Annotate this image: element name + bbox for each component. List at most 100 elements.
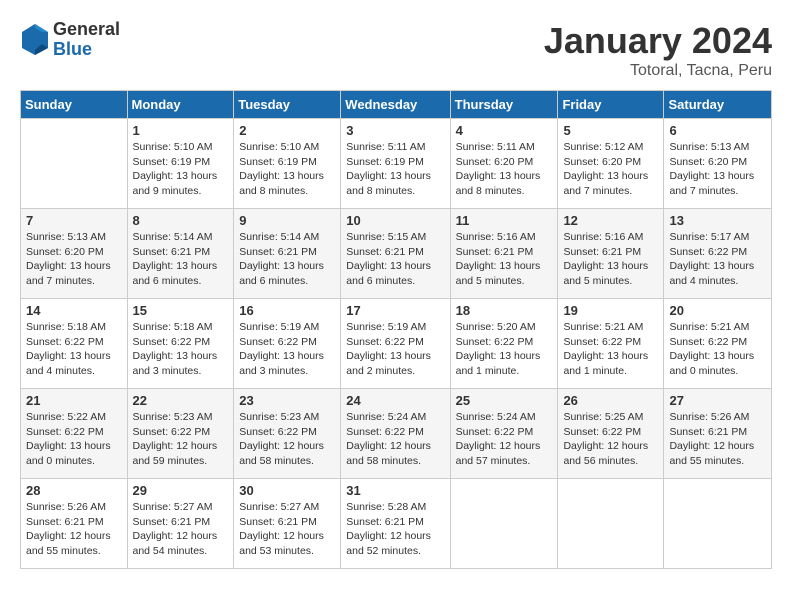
week-row-3: 14 Sunrise: 5:18 AM Sunset: 6:22 PM Dayli…: [21, 299, 772, 389]
day-cell: 11 Sunrise: 5:16 AM Sunset: 6:21 PM Dayli…: [450, 209, 558, 299]
day-number: 4: [456, 123, 553, 138]
day-cell: 7 Sunrise: 5:13 AM Sunset: 6:20 PM Daylig…: [21, 209, 128, 299]
day-cell: 13Sunrise: 5:17 AM Sunset: 6:22 PM Dayli…: [664, 209, 772, 299]
day-number: 16: [239, 303, 335, 318]
page-header: General Blue January 2024 Totoral, Tacna…: [20, 20, 772, 80]
month-title: January 2024: [544, 20, 772, 62]
day-info: Sunrise: 5:10 AM Sunset: 6:19 PM Dayligh…: [133, 140, 229, 199]
day-info: Sunrise: 5:22 AM Sunset: 6:22 PM Dayligh…: [26, 410, 122, 469]
day-cell: 20 Sunrise: 5:21 AM Sunset: 6:22 PM Dayli…: [664, 299, 772, 389]
day-number: 23: [239, 393, 335, 408]
day-number: 11: [456, 213, 553, 228]
location: Totoral, Tacna, Peru: [544, 62, 772, 80]
day-cell: 10 Sunrise: 5:15 AM Sunset: 6:21 PM Dayli…: [341, 209, 450, 299]
day-number: 8: [133, 213, 229, 228]
day-cell: 19Sunrise: 5:21 AM Sunset: 6:22 PM Dayli…: [558, 299, 664, 389]
day-number: 18: [456, 303, 553, 318]
day-info: Sunrise: 5:11 AM Sunset: 6:20 PM Dayligh…: [456, 140, 553, 199]
day-cell: 8Sunrise: 5:14 AM Sunset: 6:21 PM Daylig…: [127, 209, 234, 299]
day-cell: 12Sunrise: 5:16 AM Sunset: 6:21 PM Dayli…: [558, 209, 664, 299]
day-info: Sunrise: 5:25 AM Sunset: 6:22 PM Dayligh…: [563, 410, 658, 469]
week-row-5: 28 Sunrise: 5:26 AM Sunset: 6:21 PM Dayli…: [21, 479, 772, 569]
day-cell: 23Sunrise: 5:23 AM Sunset: 6:22 PM Dayli…: [234, 389, 341, 479]
calendar: SundayMondayTuesdayWednesdayThursdayFrid…: [20, 90, 772, 569]
day-number: 15: [133, 303, 229, 318]
day-cell: [558, 479, 664, 569]
week-row-1: 1 Sunrise: 5:10 AM Sunset: 6:19 PM Daylig…: [21, 119, 772, 209]
day-number: 26: [563, 393, 658, 408]
day-cell: 9 Sunrise: 5:14 AM Sunset: 6:21 PM Daylig…: [234, 209, 341, 299]
day-number: 5: [563, 123, 658, 138]
day-cell: 5 Sunrise: 5:12 AM Sunset: 6:20 PM Daylig…: [558, 119, 664, 209]
day-info: Sunrise: 5:21 AM Sunset: 6:22 PM Dayligh…: [669, 320, 766, 379]
weekday-header-thursday: Thursday: [450, 91, 558, 119]
day-info: Sunrise: 5:24 AM Sunset: 6:22 PM Dayligh…: [346, 410, 444, 469]
weekday-header-saturday: Saturday: [664, 91, 772, 119]
day-cell: 4 Sunrise: 5:11 AM Sunset: 6:20 PM Daylig…: [450, 119, 558, 209]
day-cell: [21, 119, 128, 209]
day-number: 29: [133, 483, 229, 498]
weekday-header-friday: Friday: [558, 91, 664, 119]
day-cell: 15 Sunrise: 5:18 AM Sunset: 6:22 PM Dayli…: [127, 299, 234, 389]
day-number: 30: [239, 483, 335, 498]
day-number: 22: [133, 393, 229, 408]
day-cell: 26 Sunrise: 5:25 AM Sunset: 6:22 PM Dayli…: [558, 389, 664, 479]
title-area: January 2024 Totoral, Tacna, Peru: [544, 20, 772, 80]
day-number: 1: [133, 123, 229, 138]
day-info: Sunrise: 5:18 AM Sunset: 6:22 PM Dayligh…: [26, 320, 122, 379]
day-cell: 28 Sunrise: 5:26 AM Sunset: 6:21 PM Dayli…: [21, 479, 128, 569]
logo-text: General Blue: [53, 20, 120, 60]
day-info: Sunrise: 5:15 AM Sunset: 6:21 PM Dayligh…: [346, 230, 444, 289]
day-number: 20: [669, 303, 766, 318]
day-cell: 30 Sunrise: 5:27 AM Sunset: 6:21 PM Dayli…: [234, 479, 341, 569]
day-info: Sunrise: 5:16 AM Sunset: 6:21 PM Dayligh…: [563, 230, 658, 289]
day-info: Sunrise: 5:26 AM Sunset: 6:21 PM Dayligh…: [26, 500, 122, 559]
day-info: Sunrise: 5:12 AM Sunset: 6:20 PM Dayligh…: [563, 140, 658, 199]
day-info: Sunrise: 5:27 AM Sunset: 6:21 PM Dayligh…: [239, 500, 335, 559]
day-number: 28: [26, 483, 122, 498]
day-cell: 14 Sunrise: 5:18 AM Sunset: 6:22 PM Dayli…: [21, 299, 128, 389]
day-number: 14: [26, 303, 122, 318]
day-cell: [450, 479, 558, 569]
weekday-header-row: SundayMondayTuesdayWednesdayThursdayFrid…: [21, 91, 772, 119]
day-cell: 22Sunrise: 5:23 AM Sunset: 6:22 PM Dayli…: [127, 389, 234, 479]
weekday-header-sunday: Sunday: [21, 91, 128, 119]
day-cell: 21 Sunrise: 5:22 AM Sunset: 6:22 PM Dayli…: [21, 389, 128, 479]
day-number: 6: [669, 123, 766, 138]
day-cell: 27 Sunrise: 5:26 AM Sunset: 6:21 PM Dayli…: [664, 389, 772, 479]
day-cell: [664, 479, 772, 569]
day-cell: 16Sunrise: 5:19 AM Sunset: 6:22 PM Dayli…: [234, 299, 341, 389]
day-cell: 1 Sunrise: 5:10 AM Sunset: 6:19 PM Daylig…: [127, 119, 234, 209]
logo-icon: [20, 22, 50, 57]
week-row-2: 7 Sunrise: 5:13 AM Sunset: 6:20 PM Daylig…: [21, 209, 772, 299]
day-number: 10: [346, 213, 444, 228]
weekday-header-wednesday: Wednesday: [341, 91, 450, 119]
day-cell: 24Sunrise: 5:24 AM Sunset: 6:22 PM Dayli…: [341, 389, 450, 479]
day-number: 25: [456, 393, 553, 408]
day-info: Sunrise: 5:14 AM Sunset: 6:21 PM Dayligh…: [239, 230, 335, 289]
day-number: 21: [26, 393, 122, 408]
day-cell: 3Sunrise: 5:11 AM Sunset: 6:19 PM Daylig…: [341, 119, 450, 209]
day-info: Sunrise: 5:10 AM Sunset: 6:19 PM Dayligh…: [239, 140, 335, 199]
day-info: Sunrise: 5:13 AM Sunset: 6:20 PM Dayligh…: [26, 230, 122, 289]
day-info: Sunrise: 5:20 AM Sunset: 6:22 PM Dayligh…: [456, 320, 553, 379]
day-number: 7: [26, 213, 122, 228]
day-cell: 2 Sunrise: 5:10 AM Sunset: 6:19 PM Daylig…: [234, 119, 341, 209]
day-cell: 6 Sunrise: 5:13 AM Sunset: 6:20 PM Daylig…: [664, 119, 772, 209]
day-info: Sunrise: 5:21 AM Sunset: 6:22 PM Dayligh…: [563, 320, 658, 379]
day-number: 27: [669, 393, 766, 408]
day-number: 2: [239, 123, 335, 138]
day-number: 3: [346, 123, 444, 138]
logo: General Blue: [20, 20, 120, 60]
day-info: Sunrise: 5:17 AM Sunset: 6:22 PM Dayligh…: [669, 230, 766, 289]
weekday-header-monday: Monday: [127, 91, 234, 119]
weekday-header-tuesday: Tuesday: [234, 91, 341, 119]
day-info: Sunrise: 5:18 AM Sunset: 6:22 PM Dayligh…: [133, 320, 229, 379]
day-info: Sunrise: 5:26 AM Sunset: 6:21 PM Dayligh…: [669, 410, 766, 469]
day-info: Sunrise: 5:13 AM Sunset: 6:20 PM Dayligh…: [669, 140, 766, 199]
day-number: 31: [346, 483, 444, 498]
week-row-4: 21 Sunrise: 5:22 AM Sunset: 6:22 PM Dayli…: [21, 389, 772, 479]
day-cell: 31Sunrise: 5:28 AM Sunset: 6:21 PM Dayli…: [341, 479, 450, 569]
day-info: Sunrise: 5:16 AM Sunset: 6:21 PM Dayligh…: [456, 230, 553, 289]
day-number: 9: [239, 213, 335, 228]
